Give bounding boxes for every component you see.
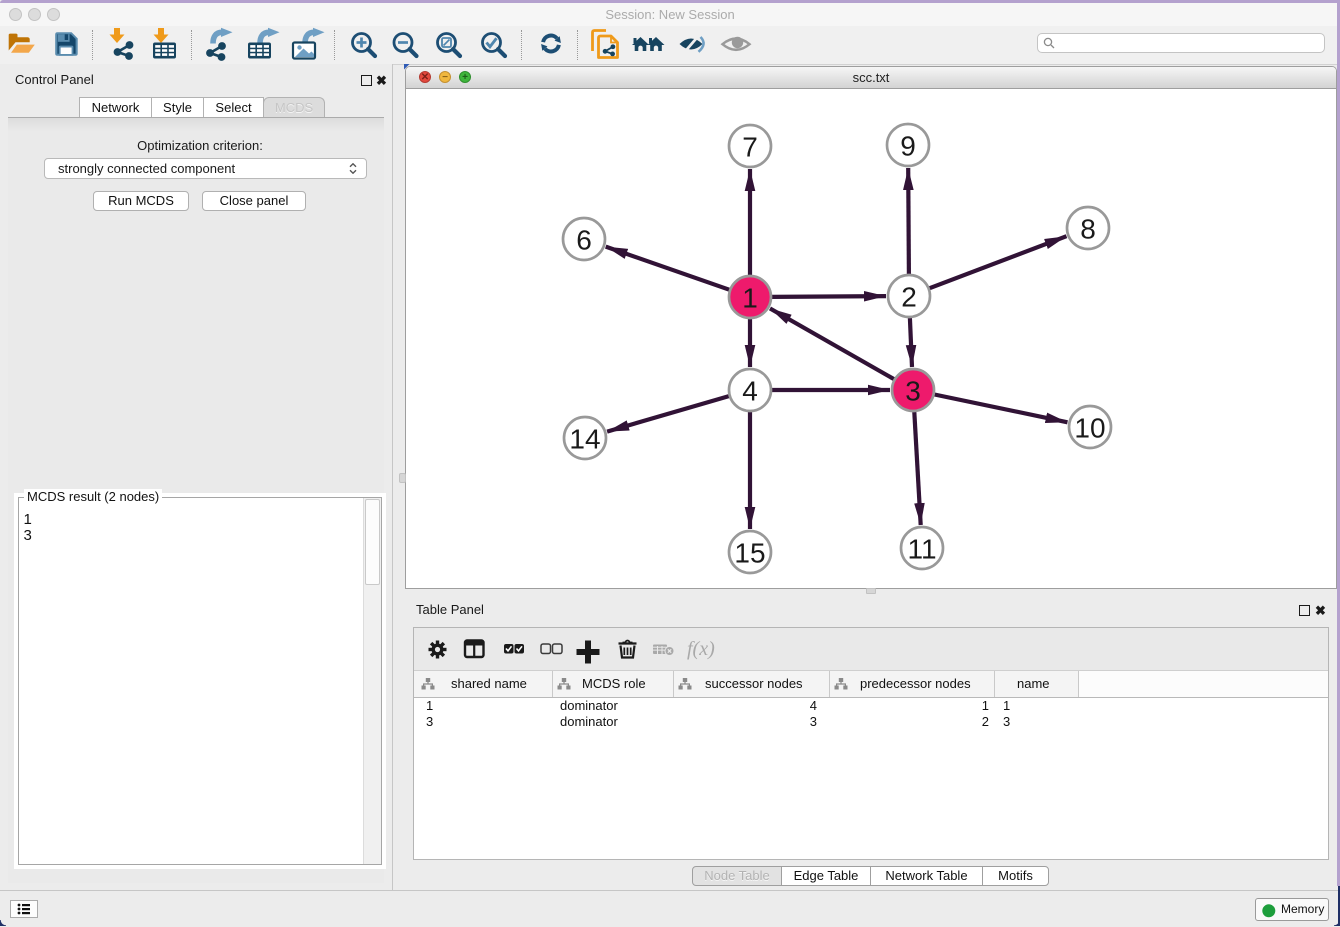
svg-text:6: 6 [576, 225, 592, 256]
svg-text:2: 2 [901, 282, 917, 313]
svg-text:3: 3 [905, 376, 921, 407]
svg-text:f(x): f(x) [687, 638, 715, 660]
svg-text:8: 8 [1080, 214, 1096, 245]
svg-text:7: 7 [742, 132, 758, 163]
svg-text:1: 1 [742, 283, 758, 314]
svg-text:9: 9 [900, 131, 916, 162]
svg-text:14: 14 [569, 424, 600, 455]
svg-text:4: 4 [742, 376, 758, 407]
svg-text:10: 10 [1074, 413, 1105, 444]
svg-text:15: 15 [734, 538, 765, 569]
svg-text:11: 11 [907, 534, 936, 565]
